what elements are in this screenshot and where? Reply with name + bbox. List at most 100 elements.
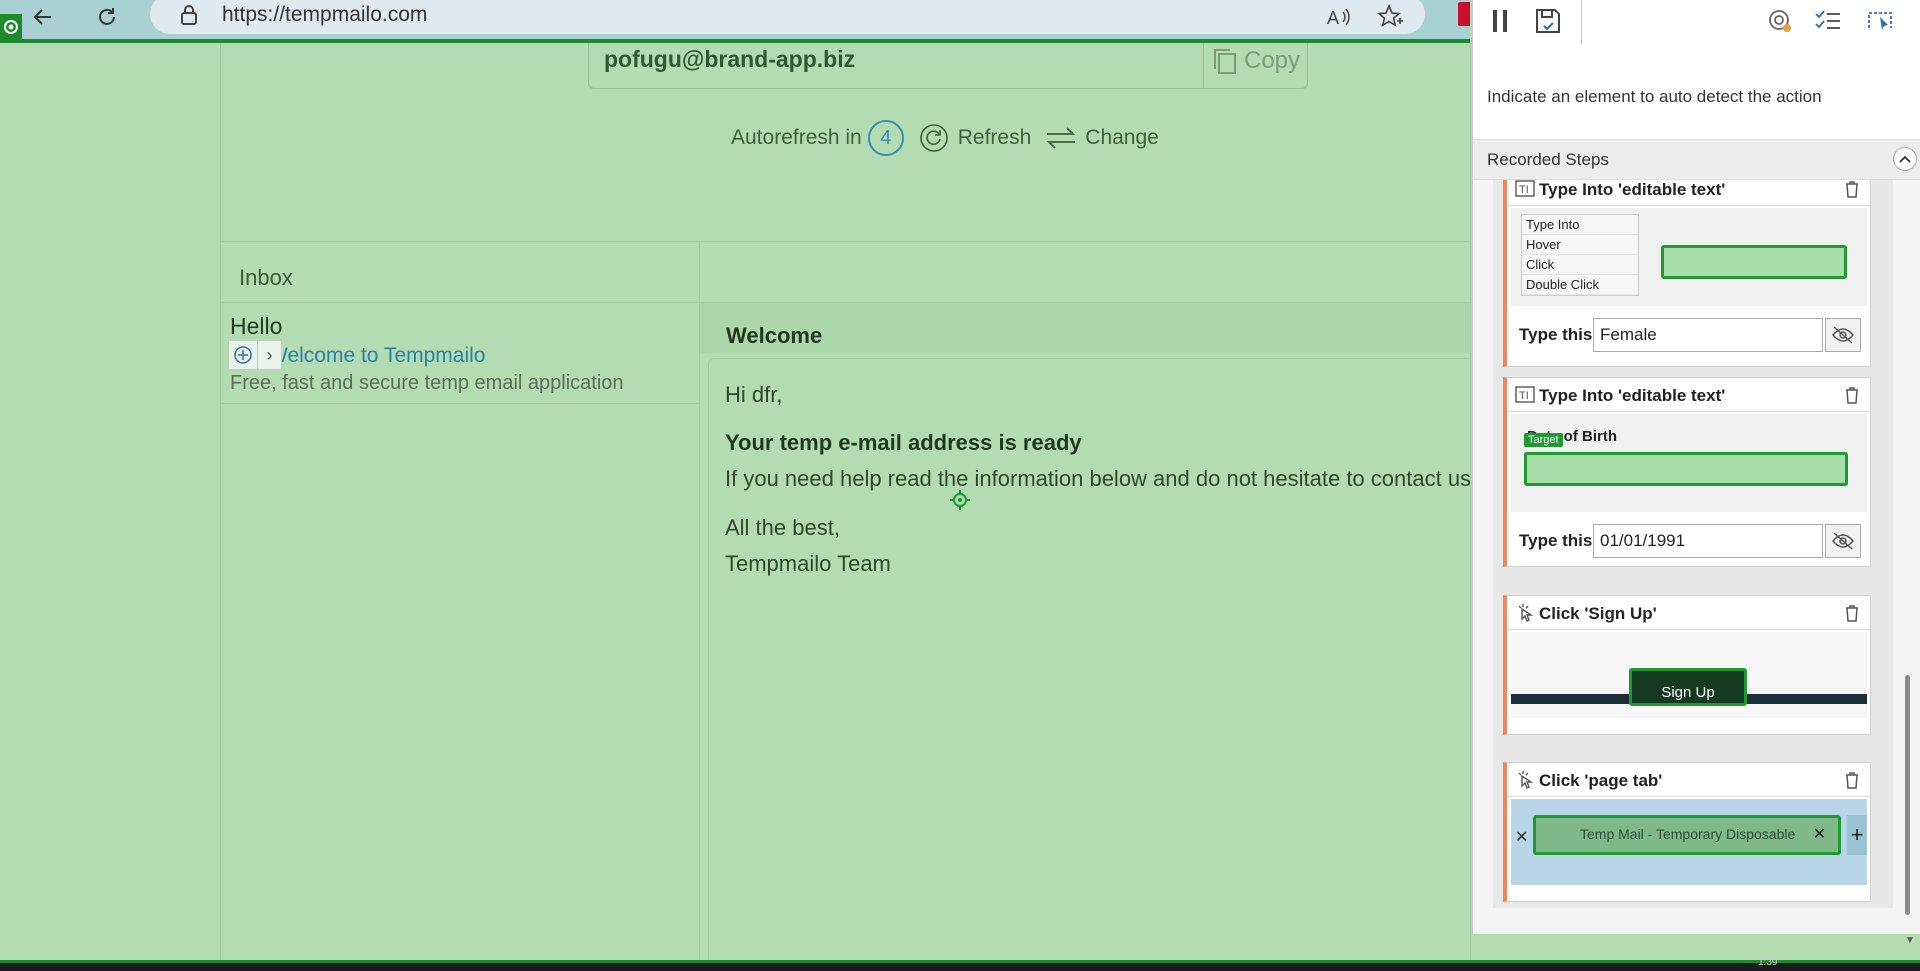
recorded-steps-title: Recorded Steps (1487, 150, 1609, 169)
type-value-row: Type this Female (1511, 316, 1871, 354)
save-icon[interactable] (1533, 6, 1563, 36)
type-into-icon: TI (1515, 385, 1535, 405)
copy-label: Copy (1244, 47, 1301, 74)
inbox-heading: Inbox (239, 265, 293, 290)
step-header: Click 'page tab' (1507, 763, 1870, 797)
type-into-icon: TI (1515, 180, 1535, 199)
back-button[interactable] (28, 2, 58, 32)
taskbar-clock: 1:39 (1758, 957, 1778, 968)
element-hover-toolbar[interactable]: › (228, 340, 282, 370)
autorefresh-counter: 4 (867, 120, 904, 156)
divider (1203, 43, 1204, 89)
step-title: Type Into 'editable text' (1539, 180, 1726, 199)
step-card[interactable]: TI Type Into 'editable text' Date of Bir… (1503, 377, 1871, 567)
new-tab-icon: + (1847, 815, 1867, 855)
delete-icon[interactable] (1842, 180, 1862, 199)
arrow-left-icon (33, 9, 51, 25)
body-team: Tempmailo Team (725, 551, 891, 576)
scroll-down-arrow-icon[interactable]: ▼ (1905, 935, 1915, 946)
change-button[interactable]: Change (1045, 125, 1159, 151)
recorder-indicator-icon (0, 14, 22, 40)
message-subject: Welcome to Tempmailo (268, 344, 486, 367)
autorefresh-label: Autorefresh in (731, 126, 862, 149)
svg-text:TI: TI (1519, 184, 1529, 196)
taskbar: 1:39 (0, 957, 1920, 971)
target-field-highlight (1661, 245, 1847, 279)
refresh-label: Refresh (957, 126, 1032, 149)
menu-item: Double Click (1522, 275, 1638, 295)
screen-select-icon[interactable] (1865, 6, 1895, 36)
step-header: Click 'Sign Up' (1507, 596, 1870, 630)
menu-item: Click (1522, 255, 1638, 275)
message-snippet: Free, fast and secure temp email applica… (230, 372, 624, 394)
steps-list: TI Type Into 'editable text' Type Into H… (1493, 180, 1893, 908)
type-value-input[interactable]: Female (1593, 318, 1823, 352)
close-icon: ✕ (1515, 829, 1529, 846)
reload-button[interactable] (92, 2, 122, 32)
autorefresh-row: Autorefresh in 4 Refresh Change (731, 120, 1159, 156)
divider (220, 241, 1470, 242)
target-settings-icon[interactable] (1765, 6, 1795, 36)
extension-icon[interactable] (1458, 2, 1470, 26)
thumb-page-tab: Temp Mail - Temporary Disposable ✕ (1533, 815, 1841, 855)
read-aloud-icon[interactable]: A (1325, 2, 1355, 32)
change-label: Change (1085, 126, 1159, 149)
step-header: TI Type Into 'editable text' (1507, 180, 1870, 206)
target-tag: Target (1524, 433, 1563, 447)
hint-area: Indicate an element to auto detect the a… (1473, 44, 1920, 140)
chevron-right-icon[interactable]: › (257, 341, 281, 369)
menu-item: Type Into (1522, 215, 1638, 235)
step-header: TI Type Into 'editable text' (1507, 378, 1870, 412)
recorded-steps-header: Recorded Steps (1473, 140, 1920, 180)
lock-icon (180, 4, 198, 26)
type-label: Type this (1519, 531, 1593, 550)
steps-scrollbar[interactable] (1903, 185, 1913, 925)
eye-off-icon (1832, 326, 1854, 344)
svg-text:A: A (1327, 8, 1339, 28)
delete-icon[interactable] (1842, 385, 1862, 405)
step-screenshot-thumbnail: Type Into Hover Click Double Click (1511, 208, 1867, 306)
collapse-button[interactable] (1893, 147, 1917, 171)
click-icon (1515, 603, 1535, 623)
chevron-up-icon (1899, 155, 1911, 163)
delete-icon[interactable] (1842, 770, 1862, 790)
checklist-icon[interactable] (1813, 6, 1843, 36)
add-step-icon[interactable] (229, 341, 257, 369)
pause-icon[interactable] (1485, 6, 1515, 36)
email-address: pofugu@brand-app.biz (604, 46, 856, 72)
step-card[interactable]: TI Type Into 'editable text' Type Into H… (1503, 180, 1871, 367)
action-context-menu: Type Into Hover Click Double Click (1521, 214, 1639, 296)
divider (220, 403, 700, 404)
step-card[interactable]: Click 'page tab' ✕ Temp Mail - Temporary… (1503, 762, 1871, 902)
reload-icon (99, 8, 115, 25)
refresh-icon (919, 124, 948, 152)
favorite-add-icon[interactable] (1375, 2, 1405, 32)
type-value-input[interactable]: 01/01/1991 (1593, 524, 1823, 558)
hint-text: Indicate an element to auto detect the a… (1487, 87, 1822, 106)
click-icon (1515, 770, 1535, 790)
thumb-tab-title: Temp Mail - Temporary Disposable (1580, 826, 1796, 842)
copy-button[interactable]: Copy (1212, 44, 1300, 78)
menu-item: Hover (1522, 235, 1638, 255)
scroll-thumb[interactable] (1905, 675, 1910, 915)
hide-value-button[interactable] (1825, 524, 1861, 558)
url-text[interactable]: https://tempmailo.com (222, 3, 427, 27)
body-headline: Your temp e-mail address is ready (725, 430, 1082, 455)
step-title: Click 'Sign Up' (1539, 604, 1657, 623)
type-label: Type this (1519, 325, 1593, 344)
step-screenshot-thumbnail: Date of Birth Target (1511, 414, 1867, 512)
refresh-button[interactable]: Refresh (918, 122, 1032, 154)
close-icon: ✕ (1812, 826, 1826, 843)
recorder-panel: Indicate an element to auto detect the a… (1472, 0, 1920, 946)
hide-value-button[interactable] (1825, 318, 1861, 352)
swap-icon (1047, 127, 1076, 149)
delete-icon[interactable] (1842, 603, 1862, 623)
message-sender: Hello (230, 313, 283, 339)
copy-icon (1214, 49, 1236, 74)
step-title: Type Into 'editable text' (1539, 386, 1726, 405)
message-title: Welcome (726, 323, 823, 348)
step-card[interactable]: Click 'Sign Up' Sign Up (1503, 595, 1871, 735)
recorder-toolbar (1473, 0, 1920, 44)
svg-text:TI: TI (1519, 390, 1529, 402)
body-greeting: Hi dfr, (725, 382, 783, 407)
